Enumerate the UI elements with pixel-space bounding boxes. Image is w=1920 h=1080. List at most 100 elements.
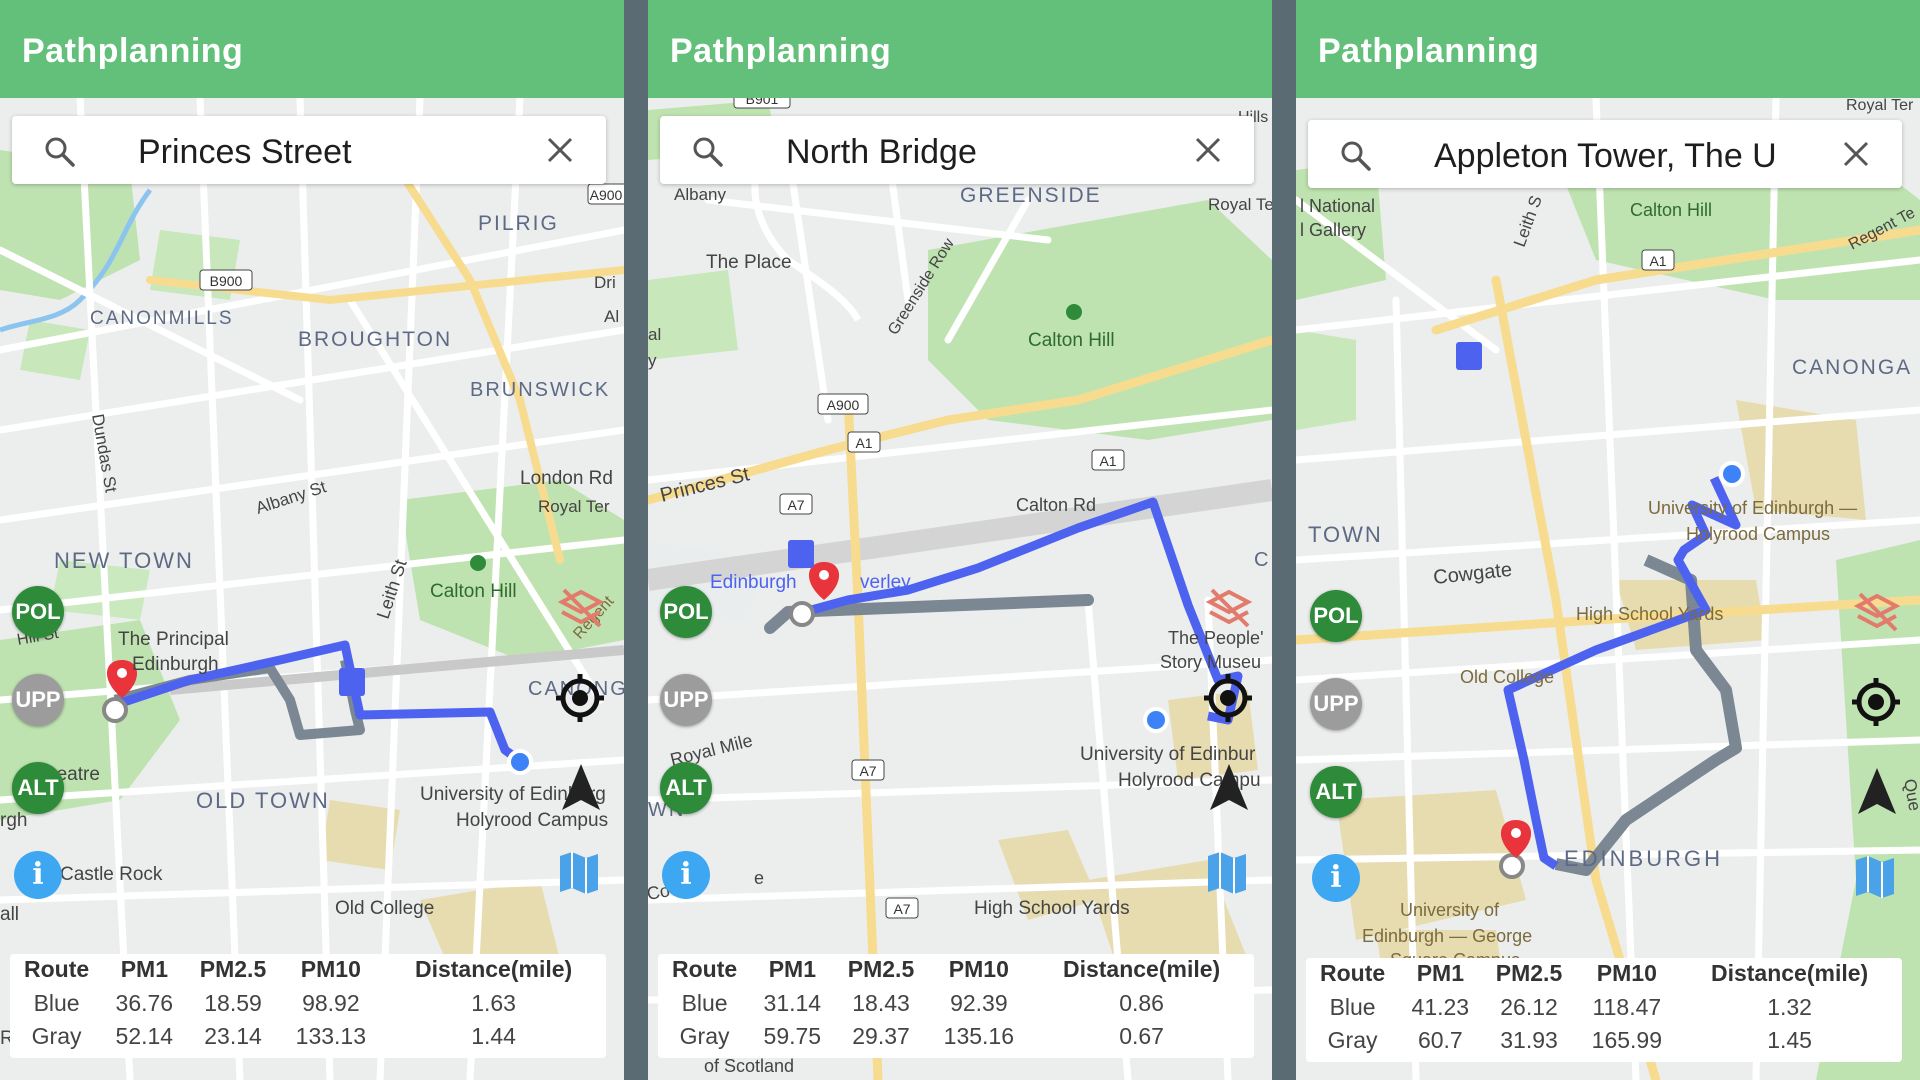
map-label-albany: Albany	[674, 185, 726, 204]
map-label-a7: A7	[787, 497, 804, 513]
search-bar[interactable]: Appleton Tower, The U	[1308, 120, 1902, 188]
close-icon[interactable]	[1840, 138, 1872, 170]
map-label-of-scotland: of Scotland	[704, 1056, 794, 1076]
park-tree-icon	[1066, 304, 1082, 320]
map-label-national-gallery: l National	[1300, 196, 1375, 216]
cell-route: Gray	[679, 1023, 730, 1049]
cell-distance: 1.44	[471, 1023, 516, 1049]
cell-route: Blue	[681, 990, 728, 1016]
alt-button[interactable]: ALT	[660, 762, 712, 814]
cell-pm10: 98.92	[302, 990, 360, 1016]
route-stats-table: Route PM1 PM2.5 PM10 Distance(mile) Blue…	[658, 954, 1254, 1058]
map-label-e: e	[754, 868, 764, 888]
map-label-edinburgh: EDINBURGH	[1564, 846, 1723, 871]
phone-screen-3: Pathplanning A1 CANONGA TOWN EDINBURGH R…	[1296, 0, 1920, 1080]
phone-screen-2: Pathplanning B901 A900 A1 A1 A7 A7 A7 GR…	[648, 0, 1272, 1080]
map-label-royal-ter: Royal Ter	[538, 497, 610, 516]
compass-arrow-icon[interactable]	[560, 762, 602, 814]
upp-button[interactable]: UPP	[660, 674, 712, 726]
table-row: Blue 41.23 26.12 118.47 1.32	[1306, 992, 1902, 1025]
upp-button[interactable]: UPP	[12, 674, 64, 726]
compass-arrow-icon[interactable]	[1208, 762, 1250, 814]
map-label-the-place: The Place	[706, 252, 792, 273]
cell-route: Blue	[1329, 994, 1376, 1020]
locate-me-icon[interactable]	[1850, 676, 1902, 728]
map-label-university-of: University of	[1400, 900, 1500, 920]
locate-me-icon[interactable]	[554, 672, 606, 724]
map-view[interactable]: B900 A900 PILRIG CANONMILLS BROUGHTON BR…	[0, 98, 624, 1080]
col-route: Route	[1320, 960, 1386, 986]
cell-pm25: 18.43	[852, 990, 910, 1016]
search-icon[interactable]	[690, 134, 724, 168]
cell-pm10: 135.16	[943, 1023, 1015, 1049]
map-label-al: al	[648, 325, 661, 344]
map-label-all: all	[0, 904, 19, 925]
pol-button[interactable]: POL	[1310, 590, 1362, 642]
compass-arrow-icon[interactable]	[1856, 766, 1898, 818]
col-pm25: PM2.5	[847, 956, 915, 982]
search-icon[interactable]	[42, 134, 76, 168]
alt-button[interactable]: ALT	[12, 762, 64, 814]
cell-pm25: 29.37	[852, 1023, 910, 1049]
locate-me-icon[interactable]	[1202, 672, 1254, 724]
map-label-a1: A1	[855, 435, 872, 451]
map-canvas[interactable]: B900 A900 PILRIG CANONMILLS BROUGHTON BR…	[0, 98, 624, 1080]
cell-distance: 0.67	[1119, 1023, 1164, 1049]
pol-button[interactable]: POL	[12, 586, 64, 638]
map-view[interactable]: A1 CANONGA TOWN EDINBURGH Royal Ter l Na…	[1296, 98, 1920, 1080]
search-input[interactable]: Princes Street	[138, 133, 518, 172]
start-marker	[1499, 853, 1525, 879]
map-view[interactable]: B901 A900 A1 A1 A7 A7 A7 GREENSIDE C WN …	[648, 98, 1272, 1080]
map-type-icon[interactable]	[1852, 854, 1898, 900]
map-type-icon[interactable]	[556, 850, 602, 896]
map-type-icon[interactable]	[1204, 850, 1250, 896]
cell-pm1: 31.14	[763, 990, 822, 1016]
cell-pm1: 59.75	[763, 1023, 822, 1049]
col-pm25: PM2.5	[199, 956, 267, 982]
pollution-layer-icon[interactable]	[556, 584, 606, 632]
search-icon[interactable]	[1338, 138, 1372, 172]
start-marker	[102, 697, 128, 723]
cell-pm10: 92.39	[950, 990, 1008, 1016]
map-canvas[interactable]: A1 CANONGA TOWN EDINBURGH Royal Ter l Na…	[1296, 98, 1920, 1080]
search-bar[interactable]: Princes Street	[12, 116, 606, 184]
upp-button[interactable]: UPP	[1310, 678, 1362, 730]
close-icon[interactable]	[544, 134, 576, 166]
pollution-layer-icon[interactable]	[1204, 584, 1254, 632]
alt-button[interactable]: ALT	[1310, 766, 1362, 818]
info-button[interactable]: i	[662, 851, 710, 899]
table-header-row: Route PM1 PM2.5 PM10 Distance(mile)	[10, 954, 606, 988]
cell-pm1: 36.76	[115, 990, 174, 1016]
col-distance: Distance(mile)	[1062, 956, 1221, 982]
cell-pm1: 41.23	[1411, 994, 1470, 1020]
map-label-rgh: rgh	[0, 810, 27, 831]
map-label-greenside: GREENSIDE	[960, 184, 1102, 207]
table-row: Gray 59.75 29.37 135.16 0.67	[658, 1021, 1254, 1054]
close-icon[interactable]	[1192, 134, 1224, 166]
pol-button[interactable]: POL	[660, 586, 712, 638]
col-pm1: PM1	[120, 956, 168, 982]
map-label-waverley: verley	[860, 572, 911, 593]
map-label-c: C	[1254, 549, 1268, 571]
map-canvas[interactable]: B901 A900 A1 A1 A7 A7 A7 GREENSIDE C WN …	[648, 98, 1272, 1080]
cell-pm10: 165.99	[1591, 1027, 1663, 1053]
app-bar: Pathplanning	[0, 0, 624, 98]
pollution-layer-icon[interactable]	[1852, 588, 1902, 636]
search-input[interactable]: North Bridge	[786, 133, 1166, 172]
info-button[interactable]: i	[1312, 854, 1360, 902]
train-station-icon	[788, 540, 814, 568]
cell-route: Blue	[33, 990, 80, 1016]
current-location-dot	[1719, 461, 1745, 487]
cell-route: Gray	[1327, 1027, 1378, 1053]
map-label-principal: The Principal	[118, 629, 229, 650]
map-label-new-town: NEW TOWN	[54, 548, 194, 573]
col-pm1: PM1	[1416, 960, 1464, 986]
current-location-dot	[507, 749, 533, 775]
map-label-edinburgh-waverley: Edinburgh	[710, 572, 797, 593]
info-button[interactable]: i	[14, 851, 62, 899]
search-input[interactable]: Appleton Tower, The U	[1434, 137, 1814, 176]
map-label-al: Al	[604, 307, 619, 326]
col-distance: Distance(mile)	[1710, 960, 1869, 986]
search-bar[interactable]: North Bridge	[660, 116, 1254, 184]
cell-pm1: 52.14	[115, 1023, 174, 1049]
